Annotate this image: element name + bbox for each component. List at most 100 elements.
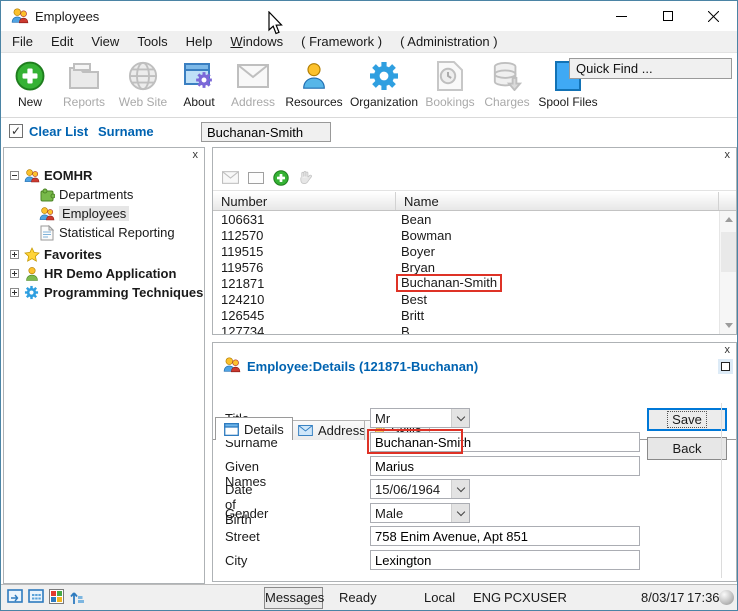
menu-tools[interactable]: Tools — [128, 31, 176, 53]
people-icon — [223, 356, 241, 374]
tab-details[interactable]: Details — [215, 417, 293, 440]
minimize-button[interactable] — [599, 1, 644, 31]
web-site-button: Web Site — [115, 59, 171, 109]
status-ready: Ready — [339, 590, 377, 605]
chevron-down-icon[interactable] — [451, 504, 469, 522]
tree-item-departments[interactable]: Departments — [4, 185, 204, 204]
status-bar: Messages Ready Local ENG PCXUSER 8/03/17… — [1, 584, 737, 610]
employee-table: 106631 Bean 112570 Bowman 119515 Boyer 1… — [213, 211, 719, 334]
employee-list-close-button[interactable]: x — [723, 149, 733, 161]
menu-edit[interactable]: Edit — [42, 31, 82, 53]
title-bar: Employees — [1, 1, 737, 31]
details-maximize-button[interactable] — [718, 359, 733, 374]
folder-icon — [68, 59, 100, 93]
tree-item-favorites[interactable]: Favorites — [4, 245, 204, 264]
details-tabs: Details Address Skills — [213, 380, 736, 403]
arrow-down-icon — [725, 323, 733, 328]
organization-button[interactable]: Organization — [349, 59, 419, 109]
maximize-icon — [663, 11, 673, 21]
windows-grid-icon[interactable] — [28, 589, 44, 606]
status-date: 8/03/17 — [641, 590, 684, 605]
restore-window-icon[interactable] — [7, 589, 23, 606]
expand-icon[interactable] — [10, 288, 19, 297]
mail-icon[interactable] — [222, 171, 239, 184]
navigation-panel-close-button[interactable]: x — [191, 149, 201, 161]
vertical-scrollbar[interactable] — [719, 211, 736, 334]
scroll-down-button[interactable] — [720, 317, 737, 334]
sort-ascending-icon[interactable] — [69, 589, 85, 608]
tree-item-employees[interactable]: Employees — [4, 204, 204, 223]
chevron-down-icon[interactable] — [451, 480, 469, 498]
messages-button[interactable]: Messages — [264, 587, 323, 609]
city-field[interactable] — [370, 550, 640, 570]
menu-windows[interactable]: Windows — [221, 31, 292, 53]
back-button[interactable]: Back — [647, 437, 727, 460]
table-row[interactable]: 112570 Bowman — [213, 227, 719, 243]
scroll-up-button[interactable] — [720, 211, 737, 228]
save-button[interactable]: Save — [647, 408, 727, 431]
menu-help[interactable]: Help — [177, 31, 222, 53]
clock-page-icon — [436, 59, 464, 93]
window-icon[interactable] — [248, 172, 264, 184]
collapse-icon[interactable] — [10, 171, 19, 180]
surname-field[interactable] — [370, 432, 640, 452]
tree-item-eomhr[interactable]: EOMHR — [4, 166, 204, 185]
menu-bar: File Edit View Tools Help Windows ( Fram… — [1, 31, 737, 53]
new-button[interactable]: New — [7, 59, 53, 109]
table-row[interactable]: 106631 Bean — [213, 211, 719, 227]
date-of-birth-dropdown[interactable]: 15/06/1964 — [370, 479, 470, 499]
chevron-down-icon[interactable] — [451, 409, 469, 427]
tree-item-programming-techniques[interactable]: Programming Techniques — [4, 283, 204, 302]
given-names-field[interactable] — [370, 456, 640, 476]
window-gear-icon — [183, 59, 215, 93]
close-button[interactable] — [691, 1, 736, 31]
table-row[interactable]: 126545 Britt — [213, 307, 719, 323]
menu-framework[interactable]: ( Framework ) — [292, 31, 391, 53]
table-row[interactable]: 124210 Best — [213, 291, 719, 307]
envelope-icon — [237, 59, 269, 93]
table-row-selected[interactable]: 121871 Buchanan-Smith — [213, 275, 719, 291]
scrollbar-thumb[interactable] — [721, 232, 736, 272]
table-row[interactable]: 119515 Boyer — [213, 243, 719, 259]
globe-icon — [128, 59, 158, 93]
app-window: Employees File Edit View Tools Help Wind… — [0, 0, 738, 611]
menu-administration[interactable]: ( Administration ) — [391, 31, 507, 53]
surname-filter-label: Surname — [98, 124, 154, 139]
gear-icon — [23, 285, 40, 301]
employee-list-panel: x Number Name 106631 Bean 112570 Bowman … — [212, 147, 737, 335]
maximize-button[interactable] — [645, 1, 690, 31]
hand-icon[interactable] — [298, 170, 313, 185]
highlight-red-box: Buchanan-Smith — [396, 274, 502, 292]
document-icon — [38, 225, 55, 241]
person-icon — [299, 59, 329, 93]
resources-button[interactable]: Resources — [283, 59, 345, 109]
window-title: Employees — [35, 9, 99, 24]
street-field[interactable] — [370, 526, 640, 546]
menu-file[interactable]: File — [3, 31, 42, 53]
gender-dropdown[interactable]: Male — [370, 503, 470, 523]
column-header-number[interactable]: Number — [213, 192, 396, 210]
clear-list-checkbox[interactable]: ✓ — [9, 124, 23, 138]
add-icon[interactable] — [273, 170, 289, 186]
status-time: 17:36 — [687, 590, 720, 605]
menu-view[interactable]: View — [82, 31, 128, 53]
status-user: PCXUSER — [504, 590, 567, 605]
table-row[interactable]: 127734 B — [213, 323, 719, 334]
surname-filter-input[interactable] — [201, 122, 331, 142]
quick-find-input[interactable] — [569, 58, 732, 79]
employee-details-panel: x Employee:Details (121871-Buchanan) Det… — [212, 342, 737, 582]
arrow-up-icon — [725, 217, 733, 222]
column-header-name[interactable]: Name — [396, 192, 719, 210]
navigation-panel: x EOMHR Departments Employees Statistica… — [3, 147, 205, 584]
about-button[interactable]: About — [175, 59, 223, 109]
people-icon — [23, 168, 40, 184]
details-close-button[interactable]: x — [723, 344, 733, 356]
expand-icon[interactable] — [10, 250, 19, 259]
color-grid-icon[interactable] — [49, 589, 64, 607]
title-dropdown[interactable]: Mr — [370, 408, 470, 428]
expand-icon[interactable] — [10, 269, 19, 278]
table-row[interactable]: 119576 Bryan — [213, 259, 719, 275]
tree-item-statistical-reporting[interactable]: Statistical Reporting — [4, 223, 204, 242]
tree-item-hr-demo-application[interactable]: HR Demo Application — [4, 264, 204, 283]
puzzle-icon — [38, 187, 55, 203]
